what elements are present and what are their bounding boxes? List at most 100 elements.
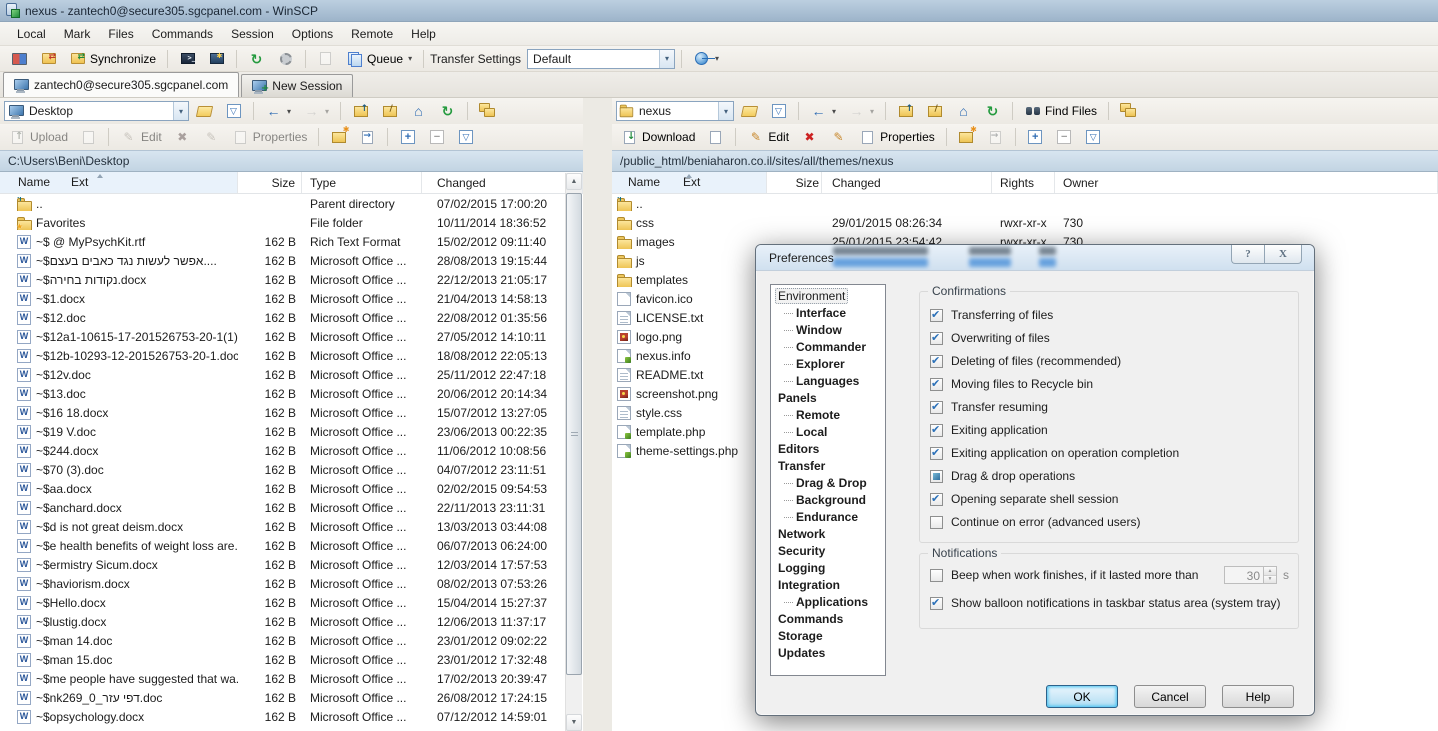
menu-item-commands[interactable]: Commands [143,24,222,44]
file-row[interactable]: ~$lustig.docx162 BMicrosoft Office ...12… [0,612,583,631]
file-row[interactable]: ~$12a1-10615-17-201526753-20-1(1)....162… [0,327,583,346]
file-row[interactable]: ~$ermistry Sicum.docx162 BMicrosoft Offi… [0,555,583,574]
checkbox-opening-separate-shell-session[interactable] [930,493,943,506]
remote-home-directory-button[interactable]: ⌂ [950,100,977,122]
column-header-owner[interactable]: Owner [1055,172,1438,193]
tree-item-logging[interactable]: Logging [771,560,885,577]
local-refresh-button[interactable]: ↻ [434,100,461,122]
file-row[interactable]: ~$70 (3).doc162 BMicrosoft Office ...04/… [0,460,583,479]
file-row[interactable]: ~$aa.docx162 BMicrosoft Office ...02/02/… [0,479,583,498]
local-selection-filter-button[interactable]: ▽ [452,126,479,148]
file-row[interactable]: ~$1.docx162 BMicrosoft Office ...21/04/2… [0,289,583,308]
local-unselect-button[interactable]: − [423,126,450,148]
checkbox-overwriting-of-files[interactable] [930,332,943,345]
tab-new-session[interactable]: + New Session [241,74,353,97]
column-header-type[interactable]: Type [302,172,422,193]
explore-site-button[interactable]: ▾ [688,48,724,70]
queue-button[interactable]: Queue ▾ [341,48,417,70]
menu-item-files[interactable]: Files [99,24,142,44]
preferences-button[interactable] [272,48,299,70]
local-back-button[interactable]: ←▾ [260,100,296,122]
dialog-help-button[interactable]: ? [1231,245,1264,264]
scroll-up-button[interactable]: ▲ [566,173,582,190]
ok-button[interactable]: OK [1046,685,1118,708]
tree-item-drag-drop[interactable]: Drag & Drop [771,475,885,492]
spinner-buttons[interactable]: ▲▼ [1264,566,1277,584]
tree-item-transfer[interactable]: Transfer [771,458,885,475]
scroll-down-button[interactable]: ▼ [566,714,582,731]
remote-open-directory-button[interactable] [736,100,763,122]
file-row[interactable]: ~$16 18.docx162 BMicrosoft Office ...15/… [0,403,583,422]
tree-item-updates[interactable]: Updates [771,645,885,662]
new-session-panels-button[interactable] [6,48,33,70]
checkbox-deleting-of-files-recommended[interactable] [930,355,943,368]
remote-edit-button[interactable]: ✎ Edit [742,126,794,148]
file-row[interactable]: ~$נקודות בחירה.docx162 BMicrosoft Office… [0,270,583,289]
checkbox-exiting-application-on-operation[interactable] [930,447,943,460]
remote-parent-directory-button[interactable] [892,100,919,122]
column-header-name[interactable]: Name Ext [612,172,767,193]
local-filter-button[interactable]: ▽ [220,100,247,122]
file-row[interactable]: ★FavoritesFile folder10/11/2014 18:36:52 [0,213,583,232]
column-header-name[interactable]: Name Ext [0,172,238,193]
remote-delete-button[interactable]: ✖ [796,126,823,148]
remote-new-file-button[interactable] [982,126,1009,148]
checkbox-drag-drop-operations[interactable] [930,470,943,483]
file-row[interactable]: ↰..Parent directory07/02/2015 17:00:20 [0,194,583,213]
remote-selection-filter-button[interactable]: ▽ [1080,126,1107,148]
remote-new-folder-button[interactable] [953,126,980,148]
checkbox-transferring-of-files[interactable] [930,309,943,322]
tree-item-window[interactable]: Window [771,322,885,339]
file-row[interactable]: ~$me people have suggested that wa...162… [0,669,583,688]
local-path-bar[interactable]: C:\Users\Beni\Desktop [0,150,583,172]
file-row[interactable]: ~$e health benefits of weight loss are..… [0,536,583,555]
remote-duplicate-button[interactable] [702,126,729,148]
local-root-directory-button[interactable] [376,100,403,122]
tree-item-commander[interactable]: Commander [771,339,885,356]
synchronize-button[interactable]: Synchronize [64,48,161,70]
column-header-changed[interactable]: Changed [422,172,583,193]
file-row[interactable]: ~$opsychology.docx162 BMicrosoft Office … [0,707,583,726]
tree-item-explorer[interactable]: Explorer [771,356,885,373]
column-header-changed[interactable]: Changed [822,172,992,193]
local-rename-button[interactable]: ✎ [198,126,225,148]
remote-synchronize-browsing-button[interactable] [1115,100,1142,122]
local-scrollbar[interactable]: ▲ ▼ [565,173,582,731]
beep-checkbox[interactable] [930,569,943,582]
download-button[interactable]: Download [616,126,700,148]
tree-item-languages[interactable]: Languages [771,373,885,390]
balloon-checkbox[interactable] [930,597,943,610]
remote-root-directory-button[interactable] [921,100,948,122]
upload-button[interactable]: Upload [4,126,73,148]
checkbox-transfer-resuming[interactable] [930,401,943,414]
menu-item-help[interactable]: Help [402,24,445,44]
remote-refresh-button[interactable]: ↻ [979,100,1006,122]
remote-directory-combobox[interactable]: nexus ▾ [616,101,734,121]
file-row[interactable]: ~$Hello.docx162 BMicrosoft Office ...15/… [0,593,583,612]
column-header-size[interactable]: Size [238,172,302,193]
remote-unselect-button[interactable]: − [1051,126,1078,148]
tree-item-commands[interactable]: Commands [771,611,885,628]
file-row[interactable]: ~$19 V.doc162 BMicrosoft Office ...23/06… [0,422,583,441]
file-row[interactable]: ~$12v.doc162 BMicrosoft Office ...25/11/… [0,365,583,384]
local-parent-directory-button[interactable] [347,100,374,122]
checkbox-continue-on-error-advanced-users[interactable] [930,516,943,529]
file-row[interactable]: css29/01/2015 08:26:34rwxr-xr-x730 [612,213,1438,232]
saved-sessions-button[interactable] [35,48,62,70]
tab-current-session[interactable]: zantech0@secure305.sgcpanel.com [3,72,239,97]
menu-item-mark[interactable]: Mark [55,24,100,44]
checkbox-moving-files-to-recycle-bin[interactable] [930,378,943,391]
tree-item-endurance[interactable]: Endurance [771,509,885,526]
transfer-settings-combobox[interactable]: Default ▾ [527,49,675,69]
help-button[interactable]: Help [1222,685,1294,708]
console-button[interactable] [203,48,230,70]
menu-item-session[interactable]: Session [222,24,283,44]
menu-item-local[interactable]: Local [8,24,55,44]
file-row[interactable]: ~$nk269_0_דפי עזר.doc162 BMicrosoft Offi… [0,688,583,707]
scrollbar-thumb[interactable] [566,193,582,675]
tree-item-remote[interactable]: Remote [771,407,885,424]
menu-item-remote[interactable]: Remote [342,24,402,44]
tree-item-integration[interactable]: Integration [771,577,885,594]
tree-item-storage[interactable]: Storage [771,628,885,645]
tree-item-applications[interactable]: Applications [771,594,885,611]
